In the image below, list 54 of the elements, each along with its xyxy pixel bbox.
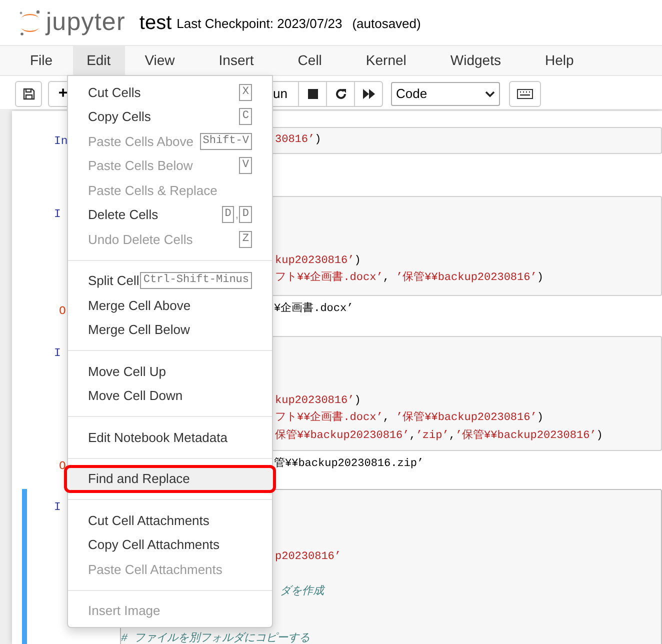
restart-button[interactable] [327, 81, 355, 107]
shortcut-key: Z [239, 230, 252, 248]
menu-item[interactable]: Help [530, 46, 588, 75]
key-separator: , [235, 208, 238, 222]
menu-item[interactable]: Insert [204, 46, 268, 75]
restart-icon [334, 88, 346, 100]
stop-button[interactable] [299, 81, 327, 107]
code-comment: ダを作成 [280, 584, 324, 600]
menu-item[interactable]: File [16, 46, 67, 75]
shortcut-key: D [222, 206, 234, 224]
output-text: ¥企画書.docx’ [274, 301, 354, 317]
input-prompt: In [54, 134, 68, 150]
menu-item[interactable]: Kernel [352, 46, 420, 75]
shortcut-key: V [239, 157, 252, 174]
shortcut-key: D [239, 206, 252, 224]
input-prompt: I [54, 500, 61, 516]
logo-icon [18, 8, 42, 36]
shortcut-key: Shift-V [200, 132, 252, 150]
menu-item[interactable]: Widgets [436, 46, 515, 75]
output-prompt: O [59, 304, 66, 320]
output-prompt: O [59, 459, 66, 475]
code-line: p20230816’ [275, 550, 342, 565]
output-text: 管¥¥backup20230816.zip’ [274, 456, 424, 472]
keyboard-icon [517, 89, 533, 99]
code-line: フト¥¥企画書.docx’, ’保管¥¥backup20230816’) [275, 410, 544, 426]
code-line: 保管¥¥backup20230816’,’zip’,’保管¥¥backup20230816’) [275, 428, 603, 444]
shortcut-key: X [239, 84, 252, 101]
code-line: kup20230816’) [275, 254, 361, 269]
menu-item[interactable]: Cell [284, 46, 336, 75]
autosave-status: (autosaved) [352, 15, 421, 34]
chevron-down-icon [485, 90, 495, 98]
fast-forward-icon [362, 89, 374, 99]
cell-type-select[interactable]: Code [391, 82, 500, 106]
menu-item[interactable]: View [130, 46, 189, 75]
code-line: フト¥¥企画書.docx’, ’保管¥¥backup20230816’) [275, 270, 544, 286]
code-line: 30816’) [275, 133, 322, 148]
run-all-button[interactable] [355, 81, 383, 107]
code-comment: # ファイルを別フォルダにコピーする [121, 631, 310, 644]
menu-item[interactable]: Edit [72, 46, 125, 75]
shortcut-key: C [239, 108, 252, 126]
menu-option[interactable]: Merge Cell Above [68, 293, 272, 318]
save-button[interactable] [15, 81, 42, 107]
menu-option[interactable]: Find and Replace [64, 464, 276, 493]
logo-text: jupyter [46, 10, 126, 35]
keyboard-button[interactable] [509, 81, 541, 107]
shortcut-key: Ctrl-Shift-Minus [140, 272, 252, 290]
stop-icon [308, 89, 318, 99]
code-line: kup20230816’) [275, 394, 361, 409]
notebook-name[interactable]: test [139, 8, 172, 38]
menu-option[interactable]: Copy Cells C [68, 104, 272, 129]
checkpoint-text: Last Checkpoint: 2023/07/23 [176, 15, 342, 34]
input-prompt: I [54, 207, 61, 223]
input-prompt: I [54, 346, 61, 362]
save-icon [22, 88, 34, 100]
